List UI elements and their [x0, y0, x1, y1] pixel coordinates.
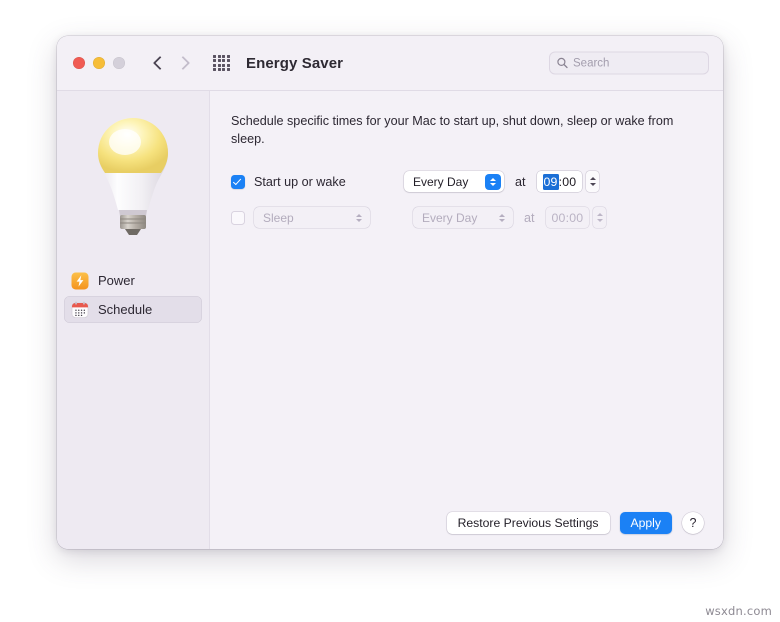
startup-time-stepper[interactable]: [586, 171, 600, 192]
sleep-action-value: Sleep: [263, 210, 294, 225]
startup-time-field[interactable]: 09:00: [536, 171, 583, 192]
window-body: Power Schedule Schedule specific times f…: [57, 91, 723, 549]
sleep-checkbox[interactable]: [231, 210, 245, 225]
startup-time-control: 09:00: [536, 171, 600, 192]
energy-saver-window: Energy Saver Search Power Schedule Sched…: [57, 36, 723, 549]
sleep-time-stepper[interactable]: [593, 207, 607, 228]
schedule-description: Schedule specific times for your Mac to …: [231, 114, 674, 147]
apply-button[interactable]: Apply: [619, 512, 672, 534]
watermark: wsxdn.com: [705, 604, 772, 618]
search-input[interactable]: [573, 57, 701, 69]
content-pane: Schedule specific times for your Mac to …: [210, 91, 723, 549]
sleep-time-control: 00:00: [545, 207, 607, 228]
hero-image: [57, 101, 209, 251]
sidebar-item-power[interactable]: Power: [64, 267, 202, 294]
sidebar-item-label: Schedule: [98, 302, 153, 317]
startup-time-minutes[interactable]: 00: [562, 175, 576, 189]
sidebar: Power Schedule: [57, 91, 210, 549]
stepper-up-icon: [596, 213, 603, 216]
light-bulb-icon: [98, 118, 168, 235]
schedule-row-sleep: Sleep Every Day at 00:00: [231, 205, 701, 231]
startup-time-hours[interactable]: 09: [542, 173, 559, 190]
startup-checkbox[interactable]: [231, 174, 245, 189]
back-chevron-icon[interactable]: [153, 55, 164, 72]
sleep-time-minutes: 00: [569, 210, 584, 225]
window-titlebar: Energy Saver: [57, 36, 723, 91]
sleep-day-select[interactable]: Every Day: [413, 207, 513, 228]
sleep-time-hours: 00: [551, 210, 566, 225]
page-title: Energy Saver: [246, 54, 344, 72]
minimize-window-button[interactable]: [93, 57, 105, 69]
app-grid-icon[interactable]: [213, 55, 230, 71]
schedule-row-startup: Start up or wake Every Day at 09:00: [231, 169, 701, 195]
search-icon: [557, 57, 568, 69]
sidebar-item-schedule[interactable]: Schedule: [64, 296, 202, 323]
startup-day-select[interactable]: Every Day: [404, 171, 504, 192]
search-field[interactable]: [549, 51, 709, 75]
stepper-down-icon: [596, 219, 603, 222]
calendar-icon: [71, 301, 89, 318]
chevron-updown-icon: [485, 173, 501, 190]
power-bolt-icon: [71, 272, 89, 289]
forward-chevron-icon: [177, 55, 188, 72]
navigation-buttons: [153, 55, 188, 72]
traffic-light-buttons: [73, 57, 125, 69]
chevron-updown-icon: [494, 210, 510, 226]
zoom-window-button[interactable]: [113, 57, 125, 69]
startup-at-label: at: [515, 174, 526, 189]
sidebar-item-label: Power: [98, 273, 135, 288]
restore-previous-settings-button[interactable]: Restore Previous Settings: [446, 512, 610, 534]
footer-buttons: Restore Previous Settings Apply ?: [446, 512, 704, 534]
sidebar-list: Power Schedule: [57, 267, 209, 323]
sleep-at-label: at: [524, 210, 535, 225]
sleep-time-field[interactable]: 00:00: [545, 207, 590, 228]
stepper-up-icon[interactable]: [589, 177, 596, 180]
startup-label: Start up or wake: [254, 174, 346, 189]
chevron-updown-icon: [351, 210, 367, 226]
sleep-action-select[interactable]: Sleep: [254, 207, 370, 228]
startup-day-value: Every Day: [413, 174, 469, 189]
close-window-button[interactable]: [73, 57, 85, 69]
stepper-down-icon[interactable]: [589, 183, 596, 186]
help-button[interactable]: ?: [682, 512, 704, 534]
sleep-day-value: Every Day: [422, 210, 478, 225]
